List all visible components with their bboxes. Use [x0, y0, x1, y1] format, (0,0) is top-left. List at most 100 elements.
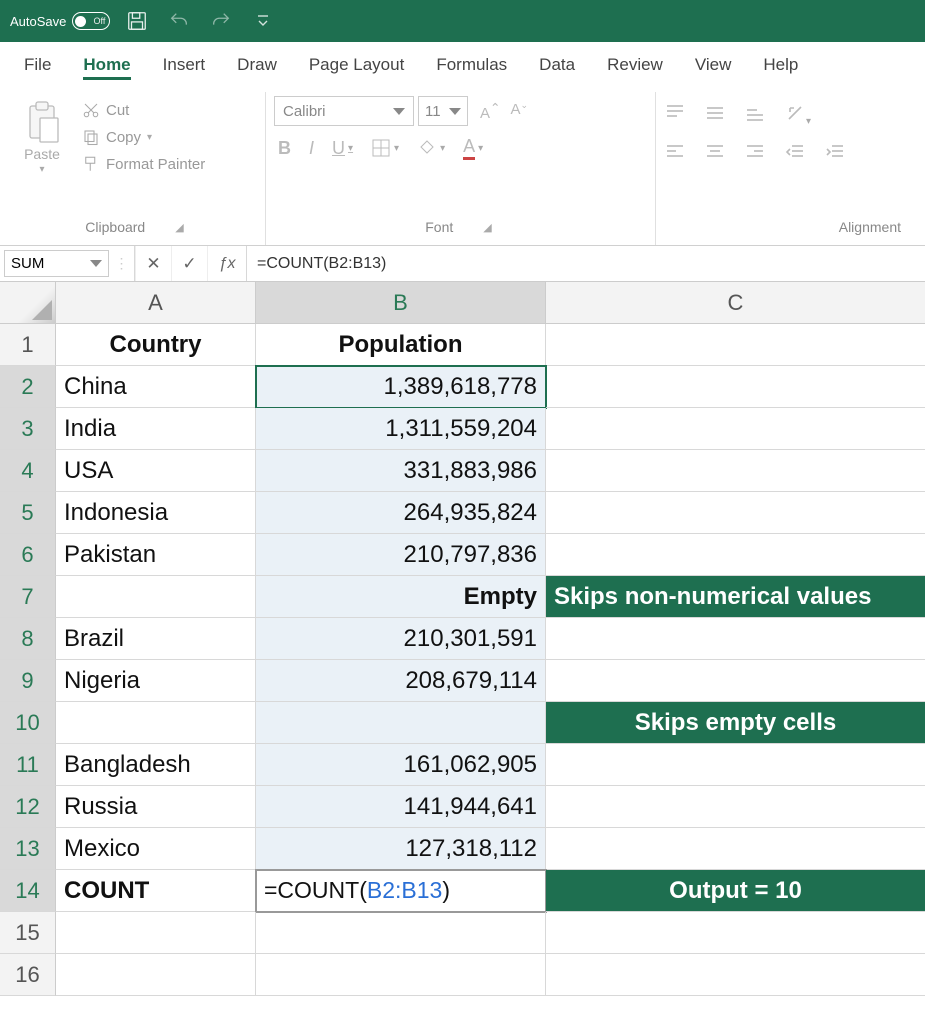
- underline-button[interactable]: U ▾: [332, 138, 353, 159]
- row-header-13[interactable]: 13: [0, 828, 56, 870]
- row-header-9[interactable]: 9: [0, 660, 56, 702]
- italic-button[interactable]: I: [309, 138, 314, 159]
- name-box[interactable]: SUM: [4, 250, 109, 277]
- row-header-5[interactable]: 5: [0, 492, 56, 534]
- align-top-icon[interactable]: [664, 102, 686, 127]
- cell-A1[interactable]: Country: [56, 324, 256, 366]
- tab-insert[interactable]: Insert: [147, 45, 222, 83]
- paste-button[interactable]: Paste ▾: [16, 96, 68, 215]
- cell-B1[interactable]: Population: [256, 324, 546, 366]
- clipboard-dialog-launcher[interactable]: ◢: [175, 221, 183, 234]
- cell-A2[interactable]: China: [56, 366, 256, 408]
- cell-C16[interactable]: [546, 954, 925, 996]
- align-bottom-icon[interactable]: [744, 102, 766, 127]
- cancel-formula-button[interactable]: ✕: [135, 246, 171, 281]
- cell-B8[interactable]: 210,301,591: [256, 618, 546, 660]
- font-size-dropdown[interactable]: 11: [418, 96, 468, 126]
- cell-C11[interactable]: [546, 744, 925, 786]
- row-header-15[interactable]: 15: [0, 912, 56, 954]
- cell-C1[interactable]: [546, 324, 925, 366]
- cell-A5[interactable]: Indonesia: [56, 492, 256, 534]
- tab-view[interactable]: View: [679, 45, 748, 83]
- cell-C15[interactable]: [546, 912, 925, 954]
- cell-B14[interactable]: =COUNT(B2:B13): [256, 870, 546, 912]
- copy-button[interactable]: Copy ▾: [78, 125, 209, 149]
- row-header-16[interactable]: 16: [0, 954, 56, 996]
- cell-A8[interactable]: Brazil: [56, 618, 256, 660]
- font-name-dropdown[interactable]: Calibri: [274, 96, 414, 126]
- namebox-dropdown-icon[interactable]: [90, 260, 102, 267]
- tab-formulas[interactable]: Formulas: [420, 45, 523, 83]
- cell-C5[interactable]: [546, 492, 925, 534]
- tab-page-layout[interactable]: Page Layout: [293, 45, 420, 83]
- cell-B7[interactable]: Empty: [256, 576, 546, 618]
- cell-B15[interactable]: [256, 912, 546, 954]
- tab-review[interactable]: Review: [591, 45, 679, 83]
- row-header-1[interactable]: 1: [0, 324, 56, 366]
- cell-B16[interactable]: [256, 954, 546, 996]
- tab-file[interactable]: File: [8, 45, 67, 83]
- cell-C6[interactable]: [546, 534, 925, 576]
- row-header-14[interactable]: 14: [0, 870, 56, 912]
- cell-A15[interactable]: [56, 912, 256, 954]
- row-header-6[interactable]: 6: [0, 534, 56, 576]
- decrease-indent-icon[interactable]: [784, 141, 806, 166]
- increase-indent-icon[interactable]: [824, 141, 846, 166]
- row-header-8[interactable]: 8: [0, 618, 56, 660]
- select-all-corner[interactable]: [0, 282, 56, 324]
- row-header-11[interactable]: 11: [0, 744, 56, 786]
- cell-A11[interactable]: Bangladesh: [56, 744, 256, 786]
- cell-A4[interactable]: USA: [56, 450, 256, 492]
- cell-C13[interactable]: [546, 828, 925, 870]
- row-header-3[interactable]: 3: [0, 408, 56, 450]
- formula-input[interactable]: =COUNT(B2:B13): [247, 246, 925, 281]
- tab-home[interactable]: Home: [67, 45, 146, 83]
- cell-A16[interactable]: [56, 954, 256, 996]
- format-painter-button[interactable]: Format Painter: [78, 152, 209, 176]
- enter-formula-button[interactable]: ✓: [171, 246, 207, 281]
- cut-button[interactable]: Cut: [78, 98, 209, 122]
- cell-A14[interactable]: COUNT: [56, 870, 256, 912]
- undo-icon[interactable]: [164, 6, 194, 36]
- autosave-toggle[interactable]: AutoSave Off: [10, 12, 110, 30]
- row-header-12[interactable]: 12: [0, 786, 56, 828]
- tab-help[interactable]: Help: [747, 45, 814, 83]
- tab-draw[interactable]: Draw: [221, 45, 293, 83]
- row-header-7[interactable]: 7: [0, 576, 56, 618]
- cell-B3[interactable]: 1,311,559,204: [256, 408, 546, 450]
- cell-C7[interactable]: Skips non-numerical values: [546, 576, 925, 618]
- align-middle-icon[interactable]: [704, 102, 726, 127]
- worksheet-grid[interactable]: ABC1CountryPopulation2China1,389,618,778…: [0, 282, 925, 996]
- increase-font-icon[interactable]: A⌃: [480, 100, 501, 122]
- cell-C10[interactable]: Skips empty cells: [546, 702, 925, 744]
- redo-icon[interactable]: [206, 6, 236, 36]
- cell-A3[interactable]: India: [56, 408, 256, 450]
- cell-B11[interactable]: 161,062,905: [256, 744, 546, 786]
- insert-function-button[interactable]: ƒx: [207, 246, 247, 281]
- align-right-icon[interactable]: [744, 141, 766, 166]
- border-button[interactable]: ▾: [371, 138, 399, 158]
- cell-A10[interactable]: [56, 702, 256, 744]
- cell-A6[interactable]: Pakistan: [56, 534, 256, 576]
- cell-C4[interactable]: [546, 450, 925, 492]
- row-header-4[interactable]: 4: [0, 450, 56, 492]
- cell-C8[interactable]: [546, 618, 925, 660]
- orientation-icon[interactable]: ▾: [784, 102, 811, 127]
- cell-B4[interactable]: 331,883,986: [256, 450, 546, 492]
- cell-B6[interactable]: 210,797,836: [256, 534, 546, 576]
- fill-color-button[interactable]: ▾: [417, 138, 445, 158]
- cell-C2[interactable]: [546, 366, 925, 408]
- cell-B13[interactable]: 127,318,112: [256, 828, 546, 870]
- column-header-B[interactable]: B: [256, 282, 546, 324]
- cell-C3[interactable]: [546, 408, 925, 450]
- cell-B12[interactable]: 141,944,641: [256, 786, 546, 828]
- cell-B9[interactable]: 208,679,114: [256, 660, 546, 702]
- cell-B5[interactable]: 264,935,824: [256, 492, 546, 534]
- align-center-icon[interactable]: [704, 141, 726, 166]
- cell-C14[interactable]: Output = 10: [546, 870, 925, 912]
- cell-A13[interactable]: Mexico: [56, 828, 256, 870]
- cell-B2[interactable]: 1,389,618,778: [256, 366, 546, 408]
- cell-A7[interactable]: [56, 576, 256, 618]
- qat-customize-icon[interactable]: [248, 6, 278, 36]
- column-header-A[interactable]: A: [56, 282, 256, 324]
